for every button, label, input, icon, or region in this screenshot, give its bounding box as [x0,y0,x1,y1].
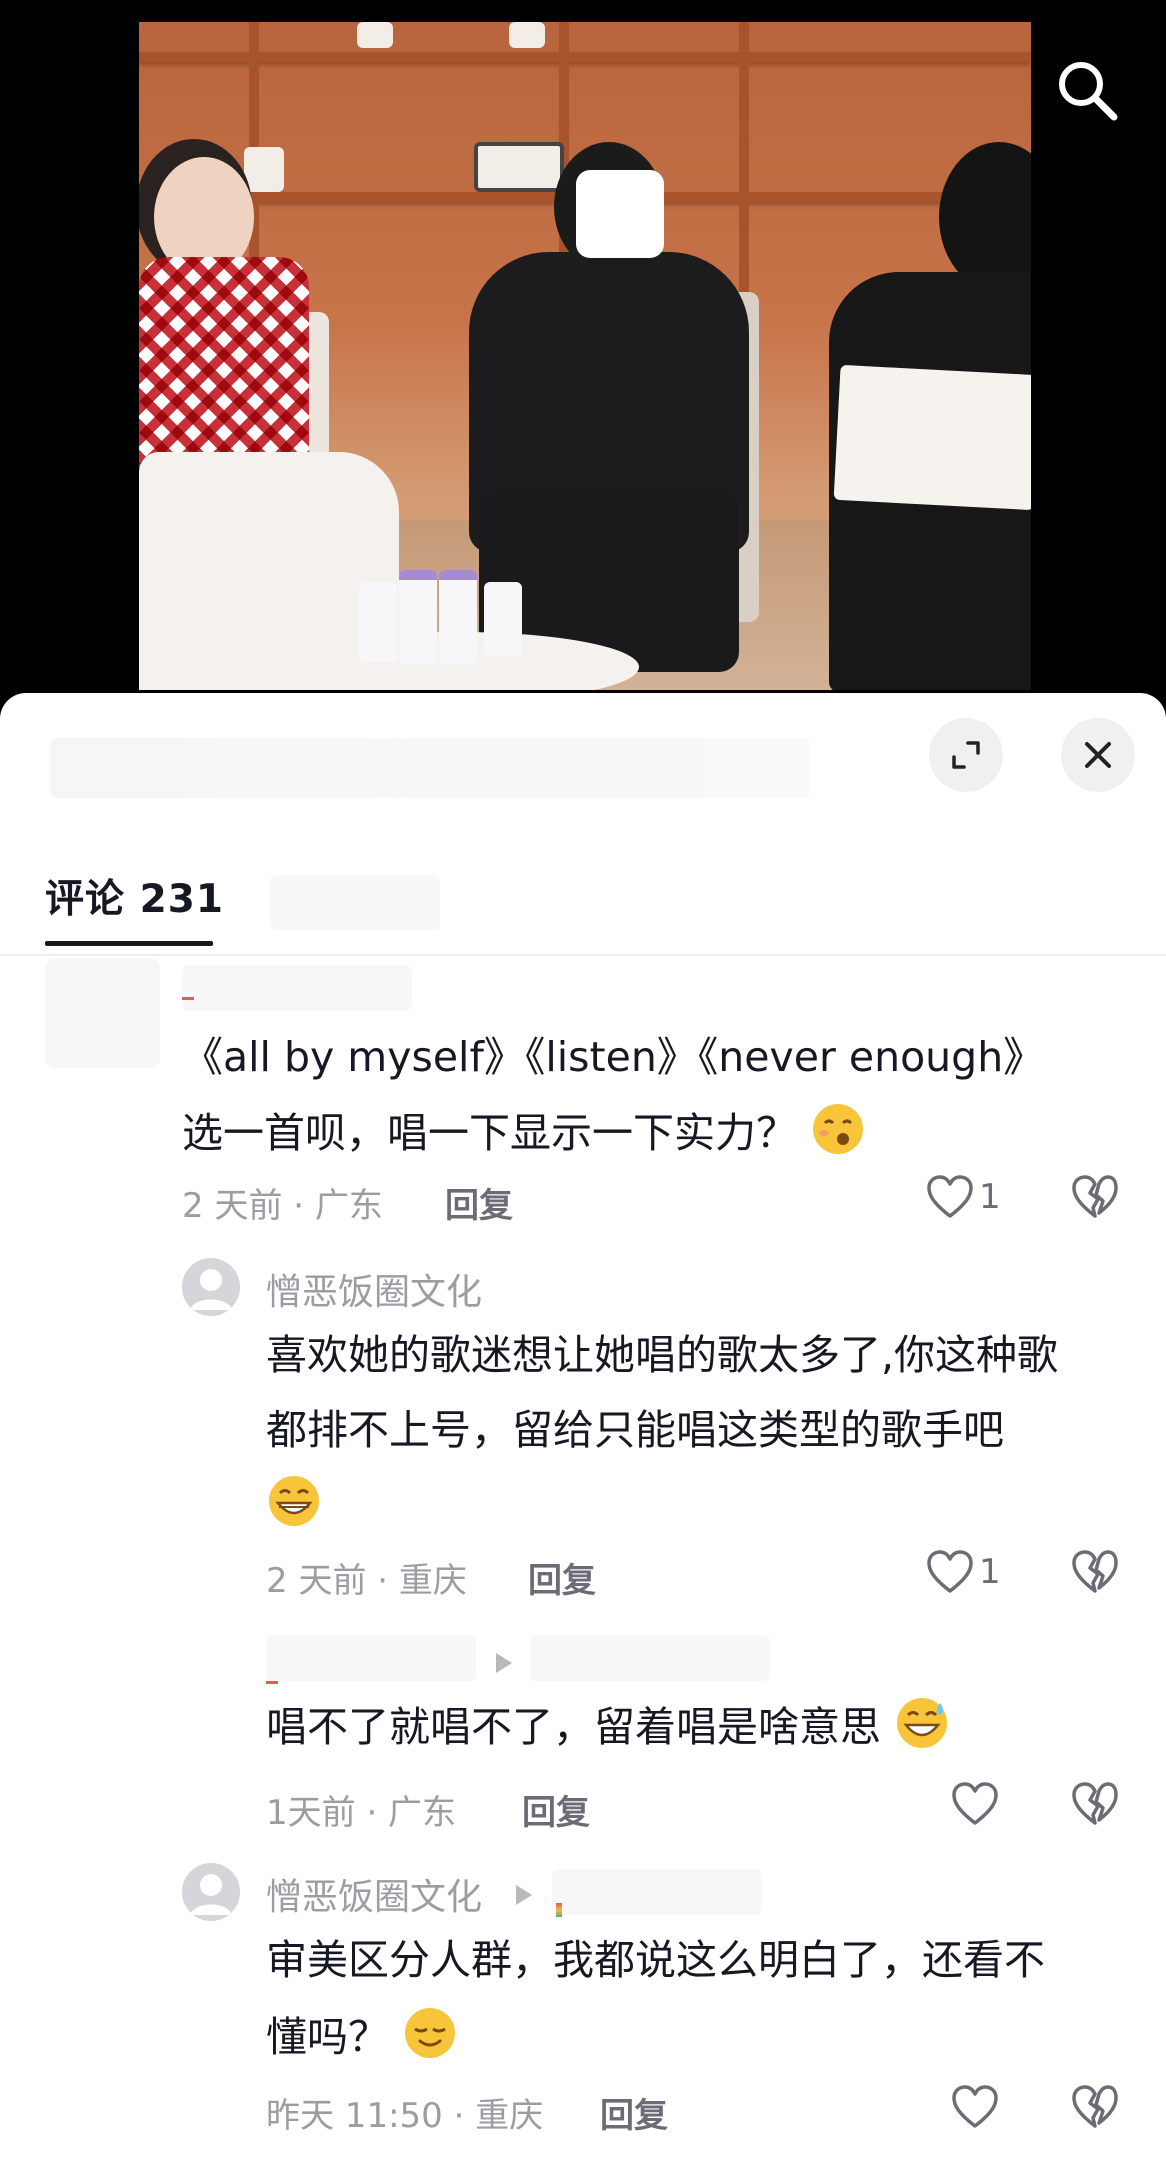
cue-board [833,364,1031,511]
bottle [484,582,522,657]
dislike-button[interactable] [1070,1173,1120,1225]
like-button[interactable] [950,1780,1004,1828]
dislike-button[interactable] [1070,1780,1120,1832]
comment-tabs: 评论 231 [45,868,224,946]
tab-placeholder [270,875,440,930]
shelf [139,52,1031,62]
reply-arrow-icon [496,1653,512,1673]
comment-text-line: 唱不了就唱不了，留着唱是啥意思 [266,1693,950,1761]
search-button[interactable] [1052,55,1122,125]
default-avatar-icon [182,1258,240,1316]
reply-button[interactable]: 回复 [528,1553,596,1602]
reply-button[interactable]: 回复 [445,1178,513,1227]
broken-heart-icon [1072,1550,1118,1593]
avatar-placeholder [45,958,160,1068]
comments-sheet: 评论 231 《all by myself》《listen》《never eno… [0,693,1166,2168]
divider [0,954,1166,956]
comment-text: 喜欢她的歌迷想让她唱的歌太多了,你这种歌 [266,1331,1059,1379]
avatar[interactable] [182,1258,240,1316]
comment-text: 选一首呗，唱一下显示一下实力？ [182,1109,797,1157]
comment-text: 唱不了就唱不了，留着唱是啥意思 [266,1703,881,1751]
broken-heart-icon [1072,1175,1118,1218]
heart-icon [952,1782,998,1825]
heart-icon [927,1175,973,1218]
smirk-face-emoji [405,2008,456,2058]
pleading-face-emoji [813,1104,864,1154]
red-mark [266,1681,278,1684]
like-button[interactable]: 1 [925,1173,1001,1221]
username-placeholder [530,1635,770,1681]
heart-icon [952,2085,998,2128]
comment-text: 《all by myself》《listen》《never enough》 [182,1033,1045,1081]
comment-meta: 1天前 · 广东 [266,1793,457,1833]
like-count: 1 [979,1177,1001,1217]
comment-text-line2: 选一首呗，唱一下显示一下实力？ [182,1099,866,1167]
tab-underline [45,941,213,946]
username[interactable]: 憎恶饭圈文化 [266,1263,482,1315]
sweat-smile-emoji [897,1698,948,1748]
reply-arrow-icon [516,1885,532,1905]
heart-icon [927,1550,973,1593]
face-mosaic [576,170,664,258]
close-button[interactable] [1061,718,1135,792]
expand-icon [952,741,980,769]
bottle [399,570,437,665]
broken-heart-icon [1072,2085,1118,2128]
broken-heart-icon [1072,1782,1118,1825]
comment-text: 都排不上号，留给只能唱这类型的歌手吧 [266,1406,1004,1454]
bottle [359,582,397,662]
reply-button[interactable]: 回复 [600,2088,668,2137]
expand-button[interactable] [929,718,1003,792]
reply-button[interactable]: 回复 [522,1785,590,1834]
like-button[interactable] [950,2083,1004,2131]
comment-meta: 2 天前 · 重庆 [266,1561,467,1601]
red-mark [182,997,194,1000]
comment-meta: 昨天 11:50 · 重庆 [266,2096,544,2136]
like-button[interactable]: 1 [925,1548,1001,1596]
dislike-button[interactable] [1070,1548,1120,1600]
default-avatar-icon [182,1863,240,1921]
figurine [509,22,545,48]
video-title-placeholder [50,738,810,798]
comment-emoji-line [266,1471,322,1539]
video-frame[interactable] [139,22,1031,690]
figurine [357,22,393,48]
comment-meta: 2 天前 · 广东 [182,1186,383,1226]
red-mark [556,1903,562,1917]
comment-text: 审美区分人群，我都说这么明白了，还看不 [266,1936,1045,1984]
video-player[interactable] [0,0,1166,700]
username-placeholder [552,1869,762,1915]
grinning-face-emoji [269,1476,319,1526]
tab-comments[interactable]: 评论 231 [45,868,224,924]
bottle [439,570,477,665]
comment-text-line2: 懂吗？ [266,2003,458,2071]
comment-text: 懂吗？ [266,2013,389,2061]
close-icon [1085,742,1111,768]
username-placeholder [266,1635,476,1681]
avatar[interactable] [182,1863,240,1921]
shelf-decoration [474,142,564,192]
search-icon [1059,62,1118,121]
vase [244,147,284,192]
person-right-head [939,142,1031,292]
dislike-button[interactable] [1070,2083,1120,2135]
username[interactable]: 憎恶饭圈文化 [266,1868,482,1920]
like-count: 1 [979,1552,1001,1592]
username-placeholder [182,965,412,1011]
